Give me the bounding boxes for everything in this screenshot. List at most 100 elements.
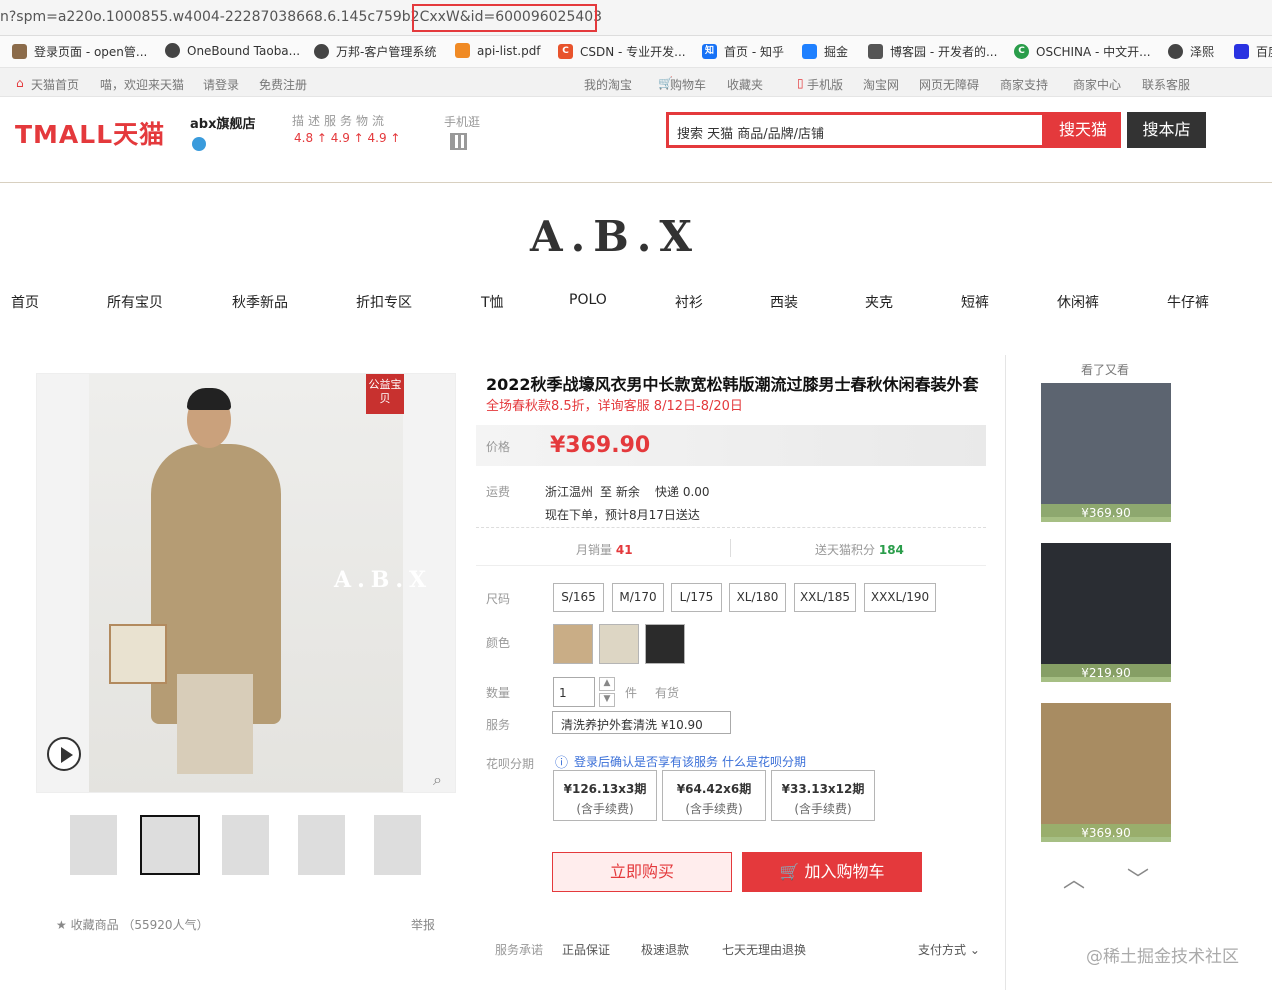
bookmark-item[interactable]: api-list.pdf [455, 43, 541, 58]
recommend-price: ¥219.90 [1041, 664, 1171, 682]
thumbnail[interactable] [374, 815, 421, 875]
mobile-browse-label: 手机逛 [444, 115, 481, 129]
promise-item[interactable]: 极速退款 [641, 941, 689, 958]
quantity-input[interactable]: 1 [553, 677, 595, 707]
promise-item[interactable]: 正品保证 [562, 941, 610, 958]
huabei-help-link[interactable]: 什么是花呗分期 [722, 753, 806, 770]
thumbnail-selected[interactable] [140, 815, 200, 875]
recommend-item[interactable] [1041, 543, 1171, 677]
favorite-count-text: 收藏商品 （55920人气） [70, 918, 209, 932]
color-swatch-black[interactable] [645, 624, 685, 664]
bookmark-item[interactable]: OneBound Taoba... [165, 43, 300, 58]
price-bar: 价格 ¥369.90 [476, 425, 986, 466]
bookmark-item[interactable]: 万邦-客户管理系统 [314, 43, 436, 60]
shipping-fee: 快递 0.00 [655, 485, 710, 499]
bookmark-item[interactable]: 泽熙 [1168, 43, 1214, 60]
payment-method-dropdown[interactable]: 支付方式 ⌄ [918, 941, 980, 958]
globe-icon [165, 43, 180, 58]
nav-item[interactable]: 衬衫 [675, 292, 703, 312]
score-values: 4.8 ↑ 4.9 ↑ 4.9 ↑ [294, 131, 401, 145]
bookmark-item[interactable]: 博客园 - 开发者的... [868, 43, 997, 60]
site-topbar: ⌂ 天猫首页 喵，欢迎来天猫 请登录 免费注册 我的淘宝 🛒 购物车 收藏夹 ▯… [0, 68, 1272, 97]
nav-item[interactable]: 牛仔裤 [1167, 292, 1209, 312]
play-video-icon[interactable] [47, 737, 81, 771]
qrcode-icon[interactable] [450, 133, 467, 150]
installment-option[interactable]: ¥33.13x12期 (含手续费) [771, 770, 875, 821]
bookmark-item[interactable]: 知首页 - 知乎 [702, 43, 784, 60]
report-link[interactable]: 举报 [411, 916, 435, 933]
monthly-sales: 月销量 41 [576, 543, 633, 557]
nav-item[interactable]: 西装 [770, 292, 798, 312]
taobao-link[interactable]: 淘宝网 [863, 76, 899, 93]
score-labels: 描述服务物流 [292, 114, 389, 128]
address-bar[interactable]: n?spm=a220o.1000855.w4004-22287038668.6.… [0, 0, 1272, 36]
bookmark-item[interactable]: 登录页面 - open管... [12, 43, 147, 60]
color-swatch-light[interactable] [599, 624, 639, 664]
size-option[interactable]: S/165 [553, 583, 604, 612]
zoom-icon[interactable]: ⌕ [433, 770, 442, 790]
nav-item[interactable]: 秋季新品 [232, 292, 288, 312]
nav-item[interactable]: 折扣专区 [356, 292, 412, 312]
home-icon: ⌂ [16, 76, 24, 90]
thumbnail[interactable] [70, 815, 117, 875]
tote-bag [109, 624, 167, 684]
size-option[interactable]: XXL/185 [794, 583, 856, 612]
login-link[interactable]: 请登录 [203, 76, 239, 93]
shop-name[interactable]: abx旗舰店 [190, 113, 255, 132]
main-product-image[interactable]: A.B.X 公益宝贝 ⌕ [36, 373, 456, 793]
mobile-link[interactable]: 手机版 [807, 76, 843, 93]
register-link[interactable]: 免费注册 [259, 76, 307, 93]
chevron-up-icon[interactable]: ︿ [1063, 862, 1085, 894]
add-to-cart-button[interactable]: 🛒 加入购物车 [742, 852, 922, 892]
chevron-down-icon[interactable]: ﹀ [1127, 862, 1149, 894]
recommend-item[interactable] [1041, 703, 1171, 837]
qty-decrease-icon[interactable]: ▼ [599, 693, 615, 707]
buy-now-button[interactable]: 立即购买 [552, 852, 732, 892]
bookmark-item[interactable]: C CSDN - 专业开发... [558, 43, 686, 60]
merchant-support-link[interactable]: 商家支持 [1000, 76, 1048, 93]
search-input[interactable]: 搜索 天猫 商品/品牌/店铺 [666, 112, 1045, 148]
size-option[interactable]: L/175 [671, 583, 722, 612]
installment-option[interactable]: ¥126.13x3期 (含手续费) [553, 770, 657, 821]
sidebar-title: 看了又看 [1081, 363, 1130, 377]
shop-header: TMALL天猫 abx旗舰店 描述服务物流 4.8 ↑ 4.9 ↑ 4.9 ↑ … [0, 97, 1272, 183]
bookmark-item[interactable]: 百度 [1234, 43, 1272, 60]
brand-logo: A.B.X [530, 212, 700, 261]
quantity-unit: 件 [625, 686, 638, 700]
favorite-item-link[interactable]: ★ 收藏商品 （55920人气） [56, 916, 209, 933]
home-link[interactable]: 天猫首页 [31, 76, 79, 93]
installment-option[interactable]: ¥64.42x6期 (含手续费) [662, 770, 766, 821]
nav-item[interactable]: 首页 [11, 292, 39, 312]
recommend-item[interactable] [1041, 383, 1171, 517]
size-option[interactable]: M/170 [612, 583, 664, 612]
qty-increase-icon[interactable]: ▲ [599, 677, 615, 691]
size-option[interactable]: XXXL/190 [864, 583, 936, 612]
nav-item[interactable]: POLO [569, 292, 607, 308]
my-taobao-link[interactable]: 我的淘宝 [584, 76, 632, 93]
thumbnail[interactable] [222, 815, 269, 875]
price-label: 价格 [486, 440, 511, 454]
search-shop-button[interactable]: 搜本店 [1127, 112, 1206, 148]
ship-to-select[interactable]: 至 新余 [600, 483, 640, 500]
nav-item[interactable]: 夹克 [865, 292, 893, 312]
bookmark-item[interactable]: C OSCHINA - 中文开... [1014, 43, 1151, 60]
nav-item[interactable]: 所有宝贝 [107, 292, 163, 312]
merchant-center-link[interactable]: 商家中心 [1073, 76, 1121, 93]
nav-item[interactable]: 休闲裤 [1057, 292, 1099, 312]
accessibility-link[interactable]: 网页无障碍 [919, 76, 979, 93]
search-tmall-button[interactable]: 搜天猫 [1045, 112, 1121, 148]
thumbnail[interactable] [298, 815, 345, 875]
service-select[interactable]: 清洗养护外套清洗 ¥10.90 [552, 711, 731, 734]
contact-link[interactable]: 联系客服 [1142, 76, 1190, 93]
nav-item[interactable]: T恤 [481, 292, 504, 312]
favorites-link[interactable]: 收藏夹 [727, 76, 763, 93]
globe-icon [1168, 44, 1183, 59]
shop-badge-icon [192, 137, 206, 151]
nav-item[interactable]: 短裤 [961, 292, 989, 312]
tmall-logo[interactable]: TMALL天猫 [15, 115, 165, 151]
bookmark-item[interactable]: 掘金 [802, 43, 848, 60]
promise-item[interactable]: 七天无理由退换 [722, 941, 806, 958]
color-swatch-khaki[interactable] [553, 624, 593, 664]
cart-link[interactable]: 购物车 [670, 76, 706, 93]
size-option[interactable]: XL/180 [729, 583, 786, 612]
